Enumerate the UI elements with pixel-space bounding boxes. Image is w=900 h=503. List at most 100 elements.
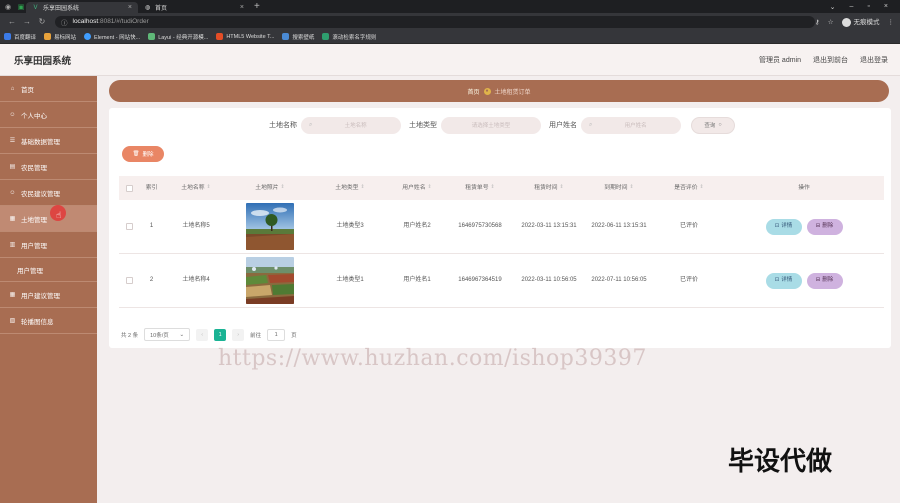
forward-icon[interactable]: →: [21, 17, 33, 26]
logout-link[interactable]: 退出登录: [860, 55, 888, 65]
bookmark-item[interactable]: Layui - 经典开源模...: [148, 33, 208, 41]
new-tab-icon[interactable]: +: [254, 1, 260, 12]
col-label: 土地类型: [335, 184, 359, 191]
table-row: 2 土地名称4 土地类型1 用户姓名1 1646967364519 2022-0…: [119, 254, 884, 308]
more-icon[interactable]: ⋮: [888, 18, 895, 26]
bookmark-label: 易标网站: [54, 34, 77, 41]
bookmark-item[interactable]: HTML5 Website T...: [216, 33, 274, 40]
row-checkbox[interactable]: [125, 223, 133, 230]
row-checkbox[interactable]: [125, 277, 133, 284]
sort-icon[interactable]: ⇕: [491, 184, 495, 192]
search-button[interactable]: 查询 ○: [691, 116, 735, 134]
col-rated[interactable]: 是否评价 ⇕: [654, 176, 724, 200]
close-window-icon[interactable]: ×: [884, 3, 888, 11]
reload-icon[interactable]: ↻: [36, 17, 48, 26]
bookmark-item[interactable]: Element - 网站快...: [84, 33, 140, 41]
col-land-photo[interactable]: 土地照片 ⇕: [228, 176, 312, 200]
sidebar-item-carousel[interactable]: ▧ 轮播图信息: [0, 308, 97, 334]
profile-button[interactable]: 无痕模式: [841, 16, 880, 27]
data-icon: ☰: [9, 138, 16, 144]
close-icon[interactable]: ×: [128, 4, 132, 11]
tab-green-icon[interactable]: ▣: [16, 2, 26, 12]
sidebar-item-profile[interactable]: ☺ 个人中心: [0, 102, 97, 128]
exit-front-link[interactable]: 退出到前台: [813, 55, 848, 65]
sidebar-item-home[interactable]: ⌂ 首页: [0, 76, 97, 102]
sort-icon[interactable]: ⇕: [281, 184, 285, 192]
land-photo[interactable]: [246, 203, 294, 250]
prev-page-button[interactable]: ‹: [196, 328, 209, 341]
col-actions: 操作: [724, 176, 884, 200]
col-land-name[interactable]: 土地名称 ⇕: [164, 176, 228, 200]
close-icon[interactable]: ×: [240, 4, 244, 11]
select-all-checkbox[interactable]: [125, 184, 133, 192]
bookmark-item[interactable]: 百度翻译: [4, 33, 36, 41]
address-bar: ← → ↻ ⓘ localhost:8081/#/tudiOrder ⚷ ☆ 无…: [0, 13, 900, 30]
search-label-user-name: 用户姓名: [549, 122, 577, 129]
maximize-icon[interactable]: ▫: [867, 3, 869, 11]
browser-tab[interactable]: ◍ 首页 ×: [138, 2, 250, 13]
key-icon[interactable]: ⚷: [815, 18, 820, 26]
cell-land-name: 土地名称4: [182, 277, 210, 283]
col-label: 到期时间: [604, 184, 628, 191]
col-label: 土地名称: [181, 184, 205, 191]
table-row: 1 土地名称5 土地类型3 用户姓名2 1646975730568 2022-0…: [119, 200, 884, 254]
sort-icon[interactable]: ⇕: [700, 184, 704, 192]
page-size-select[interactable]: 10条/页 ⌄: [144, 328, 191, 341]
bookmark-item[interactable]: 搜索壁纸: [282, 33, 314, 41]
sidebar-subitem-users[interactable]: 用户管理: [0, 258, 97, 282]
separator-icon: ●: [483, 87, 491, 95]
tab-menu-icon[interactable]: ◉: [3, 2, 13, 12]
delete-button[interactable]: ⊟ 删除: [806, 218, 843, 235]
delete-button[interactable]: ⊟ 删除: [806, 272, 843, 289]
back-icon[interactable]: ←: [6, 17, 18, 26]
sidebar-item-farmers[interactable]: ▤ 农民管理: [0, 154, 97, 180]
trash-icon: ⊟: [815, 277, 821, 284]
sort-icon[interactable]: ⇕: [207, 184, 211, 192]
sidebar-item-users[interactable]: ▥ 用户管理: [0, 232, 97, 258]
sort-icon[interactable]: ⇕: [560, 184, 564, 192]
minimize-icon[interactable]: –: [850, 3, 854, 11]
url-field[interactable]: ⓘ localhost:8081/#/tudiOrder: [55, 15, 815, 28]
star-icon[interactable]: ☆: [828, 18, 834, 26]
bookmark-item[interactable]: 易标网站: [44, 33, 76, 41]
col-user-name[interactable]: 用户姓名 ⇕: [388, 176, 446, 200]
col-end-time[interactable]: 到期时间 ⇕: [584, 176, 654, 200]
next-page-button[interactable]: ›: [232, 328, 245, 341]
col-land-type[interactable]: 土地类型 ⇕: [312, 176, 388, 200]
land-name-input[interactable]: ⌕ 土地名称: [301, 116, 401, 134]
chevron-down-icon[interactable]: ⌄: [830, 3, 836, 11]
batch-delete-button[interactable]: 🗑 删除: [122, 146, 164, 162]
sort-icon[interactable]: ⇕: [428, 184, 432, 192]
detail-button[interactable]: ⊡ 详情: [765, 272, 802, 289]
sidebar-item-label: 土地管理: [21, 216, 47, 224]
goto-page-input[interactable]: 1: [267, 328, 286, 341]
sidebar-item-farmer-suggest[interactable]: ☺ 农民建议管理: [0, 180, 97, 206]
sidebar: ⌂ 首页 ☺ 个人中心 ☰ 基础数据管理 ▤ 农民管理 ☺ 农民建议管理 ▦ 土地管理 ▥ 用…: [0, 76, 97, 503]
home-icon: ⌂: [10, 85, 15, 92]
user-name-input[interactable]: ⌕ 用户姓名: [581, 116, 681, 134]
breadcrumb-home[interactable]: 首页: [467, 87, 479, 96]
browser-tab-active[interactable]: V 乐享田园系统 ×: [26, 2, 138, 13]
land-photo[interactable]: [246, 257, 294, 304]
col-order-no[interactable]: 租赁单号 ⇕: [446, 176, 514, 200]
incognito-icon: [841, 17, 851, 27]
col-start-time[interactable]: 租赁时间 ⇕: [514, 176, 584, 200]
cell-end-time: 2022-06-11 13:15:31: [591, 223, 647, 229]
sidebar-subitem-label: 用户管理: [17, 267, 43, 275]
sidebar-item-base-data[interactable]: ☰ 基础数据管理: [0, 128, 97, 154]
detail-button[interactable]: ⊡ 详情: [765, 218, 802, 235]
sort-icon[interactable]: ⇕: [630, 184, 634, 192]
bookmark-icon: [4, 33, 11, 40]
page-number-current[interactable]: 1: [214, 328, 227, 341]
cell-start-time: 2022-03-11 10:56:05: [521, 277, 577, 283]
bookmark-item[interactable]: 滚动检索名字规则: [322, 33, 376, 41]
land-type-select[interactable]: 请选择土地类型: [441, 116, 541, 134]
sort-icon[interactable]: ⇕: [361, 184, 365, 192]
cell-start-time: 2022-03-11 13:15:31: [521, 223, 577, 229]
cell-user-name: 用户姓名2: [403, 223, 431, 229]
trash-icon: 🗑: [132, 151, 140, 157]
bookmark-icon: [216, 33, 224, 40]
sidebar-item-user-feedback[interactable]: ▦ 用户建议管理: [0, 282, 97, 308]
sidebar-item-land[interactable]: ▦ 土地管理: [0, 206, 97, 232]
profile-label: 无痕模式: [853, 19, 880, 27]
